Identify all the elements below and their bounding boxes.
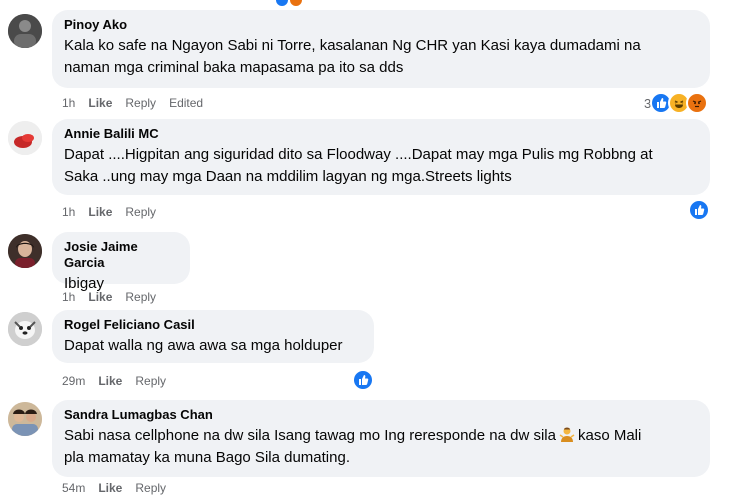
reply-button[interactable]: Reply — [135, 373, 166, 389]
comment-author[interactable]: Rogel Feliciano Casil — [64, 317, 362, 333]
reply-button[interactable]: Reply — [125, 204, 156, 220]
comment-bubble: Annie Balili MC Dapat ....Higpitan ang s… — [52, 119, 710, 195]
comment-text: Kala ko safe na Ngayon Sabi ni Torre, ka… — [64, 37, 641, 54]
avatar[interactable] — [8, 402, 42, 436]
comment-bubble: Sandra Lumagbas Chan Sabi nasa cellphone… — [52, 400, 710, 477]
like-icon — [688, 199, 710, 221]
reply-button[interactable]: Reply — [135, 480, 166, 496]
like-button[interactable]: Like — [98, 480, 122, 496]
comment-actions: 1h Like Reply — [62, 204, 156, 220]
like-button[interactable]: Like — [88, 204, 112, 220]
like-button[interactable]: Like — [88, 95, 112, 111]
comment-actions: 29m Like Reply — [62, 373, 166, 389]
comment-timestamp[interactable]: 1h — [62, 204, 75, 220]
comment-author[interactable]: Annie Balili MC — [64, 126, 698, 142]
like-icon — [276, 0, 288, 6]
reply-button[interactable]: Reply — [125, 289, 156, 305]
comment-text: Dapat ....Higpitan ang siguridad dito sa… — [64, 146, 653, 163]
avatar[interactable] — [8, 121, 42, 155]
comment-text: pla mamatay ka muna Bago Sila dumating. — [64, 449, 350, 466]
comment-actions: 1h Like Reply Edited — [62, 95, 203, 111]
comment-bubble: Josie Jaime Garcia Ibigay — [52, 232, 190, 292]
comment-bubble: Rogel Feliciano Casil Dapat walla ng awa… — [52, 310, 374, 363]
comment-author[interactable]: Josie Jaime Garcia — [64, 239, 178, 271]
comment-actions: 1h Like Reply — [62, 289, 156, 305]
reply-button[interactable]: Reply — [125, 95, 156, 111]
comment-timestamp[interactable]: 54m — [62, 480, 85, 496]
comment-text: Dapat walla ng awa awa sa mga holduper — [64, 337, 343, 354]
reaction-summary[interactable] — [352, 369, 374, 391]
avatar[interactable] — [8, 312, 42, 346]
comment-actions: 54m Like Reply — [62, 480, 166, 496]
comment-timestamp[interactable]: 1h — [62, 95, 75, 111]
reaction-summary[interactable] — [688, 199, 710, 221]
reaction-summary[interactable]: 3 — [644, 92, 709, 114]
comment-bubble: Pinoy Ako Kala ko safe na Ngayon Sabi ni… — [52, 10, 710, 88]
comment-timestamp[interactable]: 29m — [62, 373, 85, 389]
comment-author[interactable]: Pinoy Ako — [64, 17, 698, 33]
comment-text-part: kaso Mali — [577, 427, 642, 444]
like-icon — [352, 369, 374, 391]
angry-icon — [686, 92, 709, 114]
comment-text: Saka ..ung may mga Daan na mddilim lagya… — [64, 168, 512, 185]
comment-text-part: Sabi nasa cellphone na dw sila Isang taw… — [64, 427, 556, 444]
edited-label: Edited — [169, 96, 204, 110]
angry-icon — [290, 0, 302, 6]
person-shrugging-emoji — [559, 426, 575, 442]
like-button[interactable]: Like — [88, 289, 112, 305]
comment-text: Sabi nasa cellphone na dw sila Isang taw… — [64, 425, 698, 447]
previous-comment-fragment — [0, 0, 750, 6]
comment-timestamp[interactable]: 1h — [62, 289, 75, 305]
like-button[interactable]: Like — [98, 373, 122, 389]
comment-text: naman mga criminal baka mapasama pa ito … — [64, 59, 404, 76]
comment-author[interactable]: Sandra Lumagbas Chan — [64, 407, 698, 423]
avatar[interactable] — [8, 14, 42, 48]
avatar[interactable] — [8, 234, 42, 268]
